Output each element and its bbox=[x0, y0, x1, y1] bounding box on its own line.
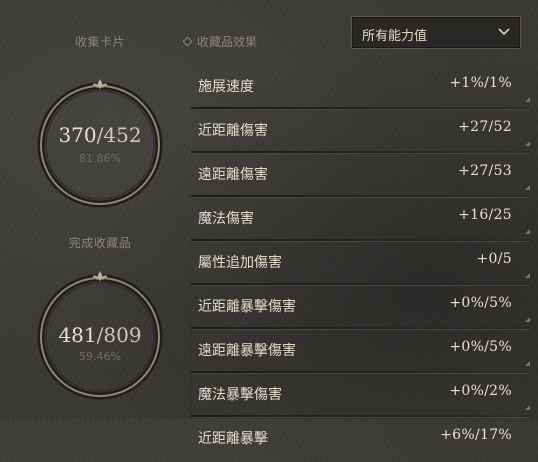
stat-value: +0%/2% bbox=[449, 383, 512, 399]
stat-row: 遠距離暴擊傷害 +0%/5% bbox=[191, 330, 538, 374]
stat-value: +6%/17% bbox=[440, 427, 512, 443]
stat-value: +27/52 bbox=[458, 119, 512, 135]
stat-name: 施展速度 bbox=[198, 79, 254, 95]
stat-filter-dropdown[interactable]: 所有能力值 bbox=[351, 16, 521, 49]
items-label: 完成收藏品 bbox=[68, 236, 132, 250]
dropdown-selected-value: 所有能力值 bbox=[362, 29, 428, 44]
stat-row: 近距離傷害 +27/52 bbox=[191, 110, 538, 154]
stat-name: 近距離暴擊傷害 bbox=[198, 299, 296, 315]
stat-row: 遠距離傷害 +27/53 bbox=[191, 154, 538, 198]
corner-mark bbox=[525, 405, 530, 410]
diamond-icon bbox=[182, 36, 193, 47]
stat-row: 魔法暴擊傷害 +0%/2% bbox=[191, 374, 538, 418]
stat-value: +1%/1% bbox=[449, 75, 512, 91]
corner-mark bbox=[525, 97, 530, 102]
corner-mark bbox=[525, 229, 530, 234]
stat-name: 近距離暴擊 bbox=[198, 431, 268, 447]
chevron-down-icon bbox=[498, 28, 510, 36]
stat-value: +27/53 bbox=[458, 163, 512, 179]
stat-row: 施展速度 +1%/1% bbox=[191, 66, 538, 110]
stat-value: +0%/5% bbox=[449, 339, 512, 355]
stat-name: 遠距離傷害 bbox=[198, 167, 268, 183]
cards-percent: 81.86% bbox=[79, 152, 121, 165]
stat-row: 屬性追加傷害 +0/5 bbox=[191, 242, 538, 286]
items-percent: 59.46% bbox=[79, 350, 121, 363]
collection-summary-panel: 收集卡片 370/452 81.86% 完成收藏品 481/809 59.46% bbox=[0, 0, 190, 419]
corner-mark bbox=[525, 185, 530, 190]
items-count: 481/809 bbox=[58, 323, 142, 347]
stat-value: +16/25 bbox=[458, 207, 512, 223]
stat-value: +0%/5% bbox=[449, 295, 512, 311]
stat-row: 近距離暴擊 +6%/17% bbox=[191, 418, 538, 462]
stat-name: 屬性追加傷害 bbox=[198, 255, 282, 271]
corner-mark bbox=[525, 317, 530, 322]
effects-title: 收藏品效果 bbox=[182, 33, 258, 50]
stat-name: 近距離傷害 bbox=[198, 123, 268, 139]
stat-name: 遠距離暴擊傷害 bbox=[198, 343, 296, 359]
stat-row: 近距離暴擊傷害 +0%/5% bbox=[191, 286, 538, 330]
cards-label: 收集卡片 bbox=[74, 35, 125, 49]
stat-value: +0/5 bbox=[476, 251, 512, 267]
stats-list: 施展速度 +1%/1% 近距離傷害 +27/52 遠距離傷害 +27/53 魔法傷害 +… bbox=[191, 66, 538, 462]
cards-count: 370/452 bbox=[58, 123, 142, 147]
effects-title-text: 收藏品效果 bbox=[197, 35, 258, 49]
corner-mark bbox=[525, 273, 530, 278]
cards-progress-ring: 370/452 81.86% bbox=[33, 75, 167, 209]
corner-mark bbox=[525, 361, 530, 366]
corner-mark bbox=[525, 141, 530, 146]
items-progress-ring: 481/809 59.46% bbox=[33, 267, 167, 401]
stat-name: 魔法暴擊傷害 bbox=[198, 387, 282, 403]
stat-row: 魔法傷害 +16/25 bbox=[191, 198, 538, 242]
stat-name: 魔法傷害 bbox=[198, 211, 254, 227]
